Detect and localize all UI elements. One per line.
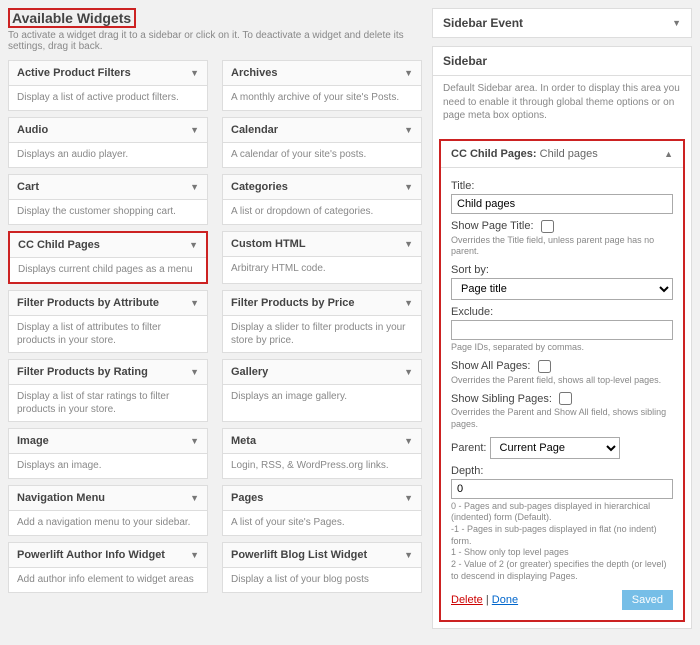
chevron-down-icon: ▼ [404, 550, 413, 560]
sidebar-note: Default Sidebar area. In order to displa… [443, 82, 681, 123]
show-title-label: Show Page Title: [451, 220, 534, 232]
sortby-select[interactable]: Page title [451, 278, 673, 300]
chevron-down-icon: ▼ [190, 436, 199, 446]
available-widget[interactable]: Pages▼A list of your site's Pages. [222, 485, 422, 536]
exclude-input[interactable] [451, 320, 673, 340]
show-sib-checkbox[interactable] [559, 392, 572, 405]
chevron-down-icon: ▼ [404, 367, 413, 377]
done-link[interactable]: Done [492, 594, 518, 606]
depth-label: Depth: [451, 465, 673, 477]
active-widget-header[interactable]: CC Child Pages: Child pages ▲ [441, 141, 683, 167]
show-all-checkbox[interactable] [538, 360, 551, 373]
chevron-down-icon: ▼ [190, 68, 199, 78]
exclude-label: Exclude: [451, 306, 673, 318]
chevron-down-icon: ▼ [190, 298, 199, 308]
delete-link[interactable]: Delete [451, 594, 483, 606]
saved-button[interactable]: Saved [622, 590, 673, 610]
chevron-down-icon: ▼ [404, 493, 413, 503]
available-widget[interactable]: Cart▼Display the customer shopping cart. [8, 174, 208, 225]
chevron-down-icon: ▼ [404, 125, 413, 135]
available-widget[interactable]: Custom HTML▼Arbitrary HTML code. [222, 231, 422, 284]
sidebar-header[interactable]: Sidebar [433, 47, 691, 75]
available-widget[interactable]: Calendar▼A calendar of your site's posts… [222, 117, 422, 168]
depth-input[interactable] [451, 479, 673, 499]
chevron-down-icon: ▼ [189, 240, 198, 250]
chevron-down-icon: ▼ [404, 68, 413, 78]
chevron-down-icon: ▼ [404, 298, 413, 308]
chevron-down-icon: ▼ [672, 18, 681, 28]
show-sib-label: Show Sibling Pages: [451, 393, 552, 405]
available-widget[interactable]: CC Child Pages▼Displays current child pa… [8, 231, 208, 284]
page-title: Available Widgets [8, 8, 136, 28]
parent-label: Parent: [451, 442, 486, 454]
sidebar-event-header[interactable]: Sidebar Event ▼ [433, 9, 691, 37]
chevron-up-icon: ▲ [664, 149, 673, 159]
available-widget[interactable]: Archives▼A monthly archive of your site'… [222, 60, 422, 111]
available-widget[interactable]: Powerlift Blog List Widget▼Display a lis… [222, 542, 422, 593]
available-widget[interactable]: Filter Products by Price▼Display a slide… [222, 290, 422, 353]
chevron-down-icon: ▼ [404, 436, 413, 446]
available-widget[interactable]: Categories▼A list or dropdown of categor… [222, 174, 422, 225]
show-all-label: Show All Pages: [451, 360, 531, 372]
chevron-down-icon: ▼ [404, 182, 413, 192]
chevron-down-icon: ▼ [404, 239, 413, 249]
available-widget[interactable]: Meta▼Login, RSS, & WordPress.org links. [222, 428, 422, 479]
available-widget[interactable]: Active Product Filters▼Display a list of… [8, 60, 208, 111]
show-title-checkbox[interactable] [541, 220, 554, 233]
available-widget[interactable]: Audio▼Displays an audio player. [8, 117, 208, 168]
chevron-down-icon: ▼ [190, 367, 199, 377]
parent-select[interactable]: Current Page [490, 437, 620, 459]
available-widget[interactable]: Gallery▼Displays an image gallery. [222, 359, 422, 422]
available-widget[interactable]: Filter Products by Rating▼Display a list… [8, 359, 208, 422]
page-hint: To activate a widget drag it to a sideba… [8, 30, 422, 52]
title-input[interactable] [451, 194, 673, 214]
available-widget[interactable]: Image▼Displays an image. [8, 428, 208, 479]
title-label: Title: [451, 180, 673, 192]
chevron-down-icon: ▼ [190, 493, 199, 503]
depth-help: 0 - Pages and sub-pages displayed in hie… [451, 501, 673, 583]
available-widget[interactable]: Navigation Menu▼Add a navigation menu to… [8, 485, 208, 536]
chevron-down-icon: ▼ [190, 550, 199, 560]
available-widget[interactable]: Filter Products by Attribute▼Display a l… [8, 290, 208, 353]
chevron-down-icon: ▼ [190, 125, 199, 135]
available-widget[interactable]: Powerlift Author Info Widget▼Add author … [8, 542, 208, 593]
chevron-down-icon: ▼ [190, 182, 199, 192]
sortby-label: Sort by: [451, 264, 673, 276]
